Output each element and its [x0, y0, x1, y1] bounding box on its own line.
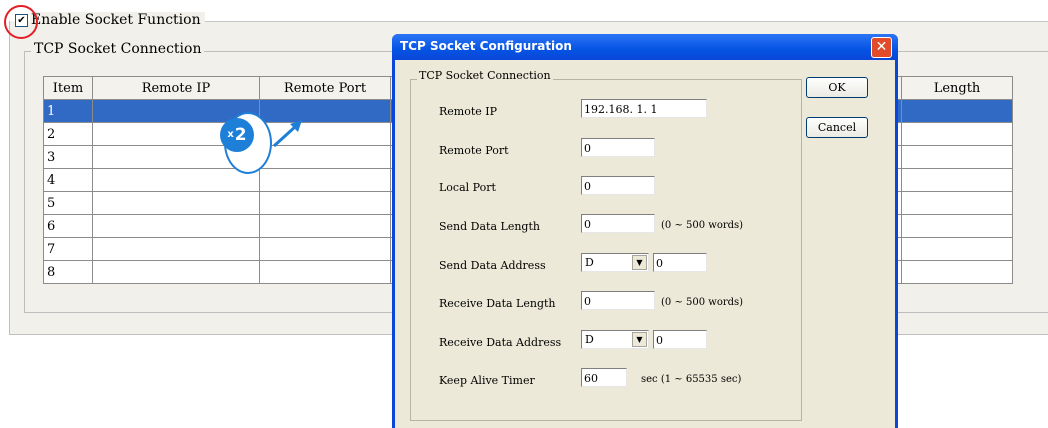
receive-data-address-label: Receive Data Address: [439, 336, 562, 349]
length-cell[interactable]: [901, 122, 1013, 146]
remote-port-cell[interactable]: [259, 168, 391, 192]
highlight-ring: [4, 5, 38, 39]
remote-ip-cell[interactable]: [92, 260, 260, 284]
enable-socket-label: Enable Socket Function: [30, 12, 205, 28]
remote-ip-field[interactable]: 192.168. 1. 1: [581, 99, 707, 118]
ok-button[interactable]: OK: [806, 77, 868, 98]
receive-data-length-label: Receive Data Length: [439, 297, 556, 310]
dialog-title: TCP Socket Configuration: [400, 39, 572, 53]
remote-port-label: Remote Port: [439, 144, 509, 157]
double-click-badge: x2: [220, 118, 254, 152]
remote-ip-cell[interactable]: [92, 237, 260, 261]
length-cell[interactable]: [901, 145, 1013, 169]
length-cell[interactable]: [901, 191, 1013, 215]
column-header-remote-ip[interactable]: Remote IP: [92, 76, 260, 100]
receive-device-value: D: [585, 333, 594, 346]
row-item-cell[interactable]: 1: [43, 99, 93, 123]
row-item-cell[interactable]: 3: [43, 145, 93, 169]
tcp-connection-group-label: TCP Socket Connection: [31, 41, 205, 57]
dialog-body: TCP Socket Connection Remote IP 192.168.…: [395, 60, 895, 428]
column-header-length[interactable]: Length: [901, 76, 1013, 100]
row-item-cell[interactable]: 5: [43, 191, 93, 215]
remote-ip-cell[interactable]: [92, 191, 260, 215]
remote-port-cell[interactable]: [259, 191, 391, 215]
send-data-length-field[interactable]: 0: [581, 214, 655, 233]
row-item-cell[interactable]: 2: [43, 122, 93, 146]
remote-port-cell[interactable]: [259, 260, 391, 284]
send-device-value: D: [585, 256, 594, 269]
remote-port-cell[interactable]: [259, 237, 391, 261]
length-cell[interactable]: [901, 214, 1013, 238]
remote-ip-cell[interactable]: [92, 168, 260, 192]
length-cell[interactable]: [901, 237, 1013, 261]
remote-port-field[interactable]: 0: [581, 138, 655, 157]
row-item-cell[interactable]: 7: [43, 237, 93, 261]
send-device-dropdown[interactable]: D ▼: [581, 253, 649, 272]
remote-ip-cell[interactable]: [92, 214, 260, 238]
connection-section-label: TCP Socket Connection: [417, 69, 553, 82]
close-icon: ✕: [875, 39, 888, 55]
keep-alive-timer-field[interactable]: 60: [581, 368, 627, 387]
column-header-item[interactable]: Item: [43, 76, 93, 100]
local-port-field[interactable]: 0: [581, 176, 655, 195]
remote-port-cell[interactable]: [259, 214, 391, 238]
keep-alive-timer-label: Keep Alive Timer: [439, 374, 535, 387]
dropdown-arrow-icon[interactable]: ▼: [632, 255, 647, 270]
length-cell[interactable]: [901, 260, 1013, 284]
pointer-arrow-icon: [272, 120, 302, 148]
receive-device-dropdown[interactable]: D ▼: [581, 330, 649, 349]
column-header-remote-port[interactable]: Remote Port: [259, 76, 391, 100]
keep-alive-timer-range: sec (1 ~ 65535 sec): [641, 374, 742, 385]
receive-data-length-field[interactable]: 0: [581, 291, 655, 310]
length-cell[interactable]: [901, 168, 1013, 192]
local-port-label: Local Port: [439, 181, 496, 194]
receive-address-field[interactable]: 0: [653, 330, 707, 349]
remote-ip-label: Remote IP: [439, 105, 498, 118]
cancel-button[interactable]: Cancel: [806, 117, 868, 138]
row-item-cell[interactable]: 8: [43, 260, 93, 284]
receive-data-length-range: (0 ~ 500 words): [661, 297, 744, 308]
send-address-field[interactable]: 0: [653, 253, 707, 272]
send-data-address-label: Send Data Address: [439, 259, 546, 272]
length-cell[interactable]: [901, 99, 1013, 123]
tcp-socket-config-dialog: TCP Socket Configuration ✕ TCP Socket Co…: [392, 34, 898, 428]
send-data-length-label: Send Data Length: [439, 220, 540, 233]
row-item-cell[interactable]: 6: [43, 214, 93, 238]
send-data-length-range: (0 ~ 500 words): [661, 220, 744, 231]
dropdown-arrow-icon[interactable]: ▼: [632, 332, 647, 347]
row-item-cell[interactable]: 4: [43, 168, 93, 192]
dialog-title-bar[interactable]: TCP Socket Configuration ✕: [392, 34, 898, 60]
close-button[interactable]: ✕: [871, 37, 892, 58]
